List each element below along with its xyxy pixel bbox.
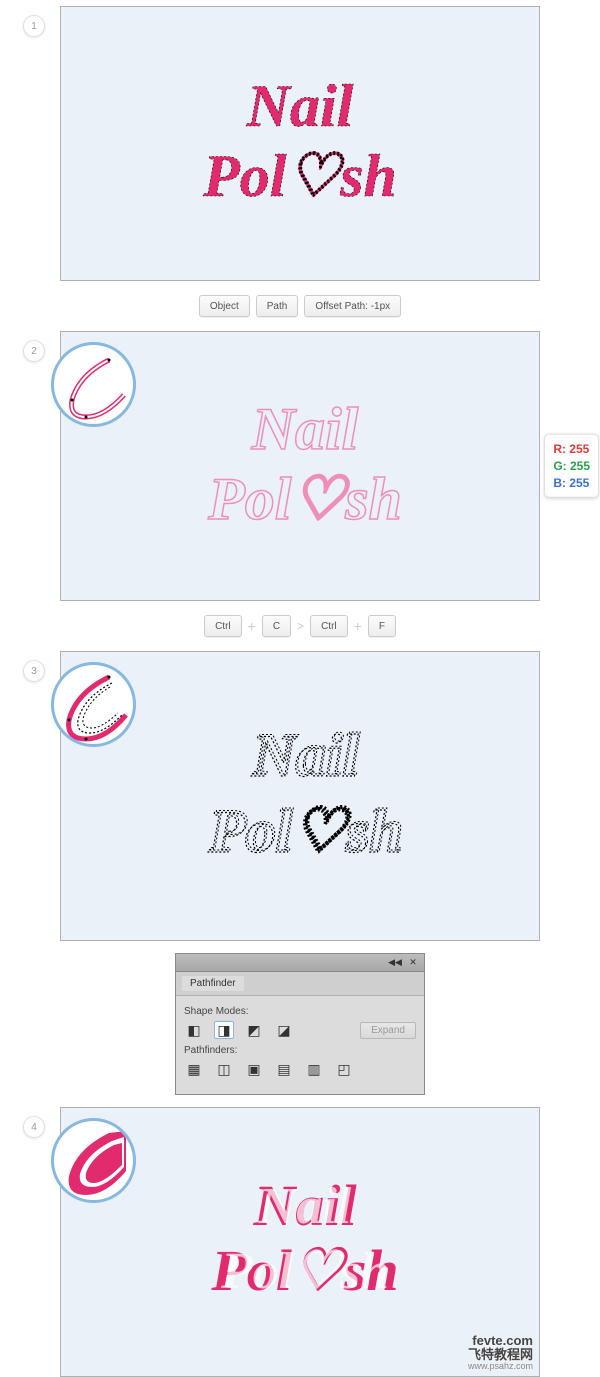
step-badge: 3: [23, 660, 45, 682]
trim-icon[interactable]: ◫: [214, 1060, 234, 1078]
collapse-icon[interactable]: ◀◀: [388, 957, 402, 969]
path-button[interactable]: Path: [256, 295, 299, 317]
key-ctrl: Ctrl: [310, 615, 348, 637]
nail-polish-script-selected: Nail Nail Pol♡sh Pol♡sh: [150, 704, 450, 889]
plus-icon: +: [248, 618, 256, 634]
intersect-icon[interactable]: ◩: [244, 1021, 264, 1039]
svg-text:Pol♡sh: Pol♡sh: [209, 797, 404, 863]
panel-header: ◀◀ ✕: [176, 954, 424, 972]
step-badge: 2: [23, 340, 45, 362]
minus-front-icon[interactable]: ◨: [214, 1021, 234, 1039]
outline-icon[interactable]: ▥: [304, 1060, 324, 1078]
pathfinders-row: ▦ ◫ ▣ ▤ ▥ ◰: [184, 1060, 416, 1078]
nail-polish-script: Nail Pol♡sh: [150, 56, 450, 231]
minus-back-icon[interactable]: ◰: [334, 1060, 354, 1078]
rgb-g-value: G: 255: [553, 458, 590, 475]
pathfinder-tab[interactable]: Pathfinder: [182, 976, 244, 991]
exclude-icon[interactable]: ◪: [274, 1021, 294, 1039]
arrow-icon: >: [297, 619, 304, 633]
step-panel-4: 4 Nail Nail Pol♡sh Pol♡sh fevte.com 飞特教程…: [60, 1107, 540, 1377]
rgb-color-badge: R: 255 G: 255 B: 255: [544, 434, 599, 498]
merge-icon[interactable]: ▣: [244, 1060, 264, 1078]
key-ctrl: Ctrl: [204, 615, 242, 637]
watermark: fevte.com 飞特教程网 www.psahz.com: [468, 1334, 533, 1372]
nail-polish-script-final: Nail Nail Pol♡sh Pol♡sh: [150, 1160, 450, 1325]
close-icon[interactable]: ✕: [406, 957, 420, 969]
svg-text:Nail: Nail: [253, 721, 361, 787]
expand-button[interactable]: Expand: [360, 1022, 416, 1039]
svg-text:Nail: Nail: [246, 73, 354, 139]
pathfinders-label: Pathfinders:: [184, 1045, 416, 1056]
keyboard-shortcut-row: Ctrl + C > Ctrl + F: [60, 607, 540, 645]
crop-icon[interactable]: ▤: [274, 1060, 294, 1078]
key-c: C: [262, 615, 291, 637]
unite-icon[interactable]: ◧: [184, 1021, 204, 1039]
svg-text:Pol♡sh: Pol♡sh: [220, 1243, 389, 1300]
key-f: F: [368, 615, 396, 637]
shape-modes-label: Shape Modes:: [184, 1006, 416, 1017]
step-badge: 4: [23, 1116, 45, 1138]
object-button[interactable]: Object: [199, 295, 250, 317]
pathfinder-panel: ◀◀ ✕ Pathfinder Shape Modes: ◧ ◨ ◩ ◪ Exp…: [175, 953, 425, 1095]
watermark-url: fevte.com: [468, 1334, 533, 1348]
step-panel-3: 3 Nail Nail Pol♡sh Pol♡sh: [60, 651, 540, 941]
step-panel-1: 1 Nail Pol♡sh: [60, 6, 540, 281]
rgb-r-value: R: 255: [553, 441, 590, 458]
watermark-subdomain: www.psahz.com: [468, 1362, 533, 1372]
detail-zoom-circle: [51, 342, 136, 427]
detail-zoom-circle: [51, 1118, 136, 1203]
divide-icon[interactable]: ▦: [184, 1060, 204, 1078]
plus-icon: +: [354, 618, 362, 634]
rgb-b-value: B: 255: [553, 474, 590, 491]
svg-text:Nail: Nail: [258, 1178, 352, 1235]
shape-modes-row: ◧ ◨ ◩ ◪ Expand: [184, 1021, 416, 1039]
svg-text:Nail: Nail: [251, 396, 359, 462]
step-panel-2: 2 R: 255 G: 255 B: 255 Nail Pol♡sh: [60, 331, 540, 601]
watermark-cn: 飞特教程网: [468, 1348, 533, 1362]
step-badge: 1: [23, 15, 45, 37]
svg-text:Pol♡sh: Pol♡sh: [202, 143, 397, 209]
nail-polish-script-outline: Nail Pol♡sh: [150, 379, 450, 554]
svg-text:Pol♡sh: Pol♡sh: [207, 466, 402, 532]
action-row-object-path: Object Path Offset Path: -1px: [60, 287, 540, 325]
offset-path-button[interactable]: Offset Path: -1px: [304, 295, 401, 317]
detail-zoom-circle: [51, 662, 136, 747]
panel-tab-row: Pathfinder: [176, 972, 424, 996]
